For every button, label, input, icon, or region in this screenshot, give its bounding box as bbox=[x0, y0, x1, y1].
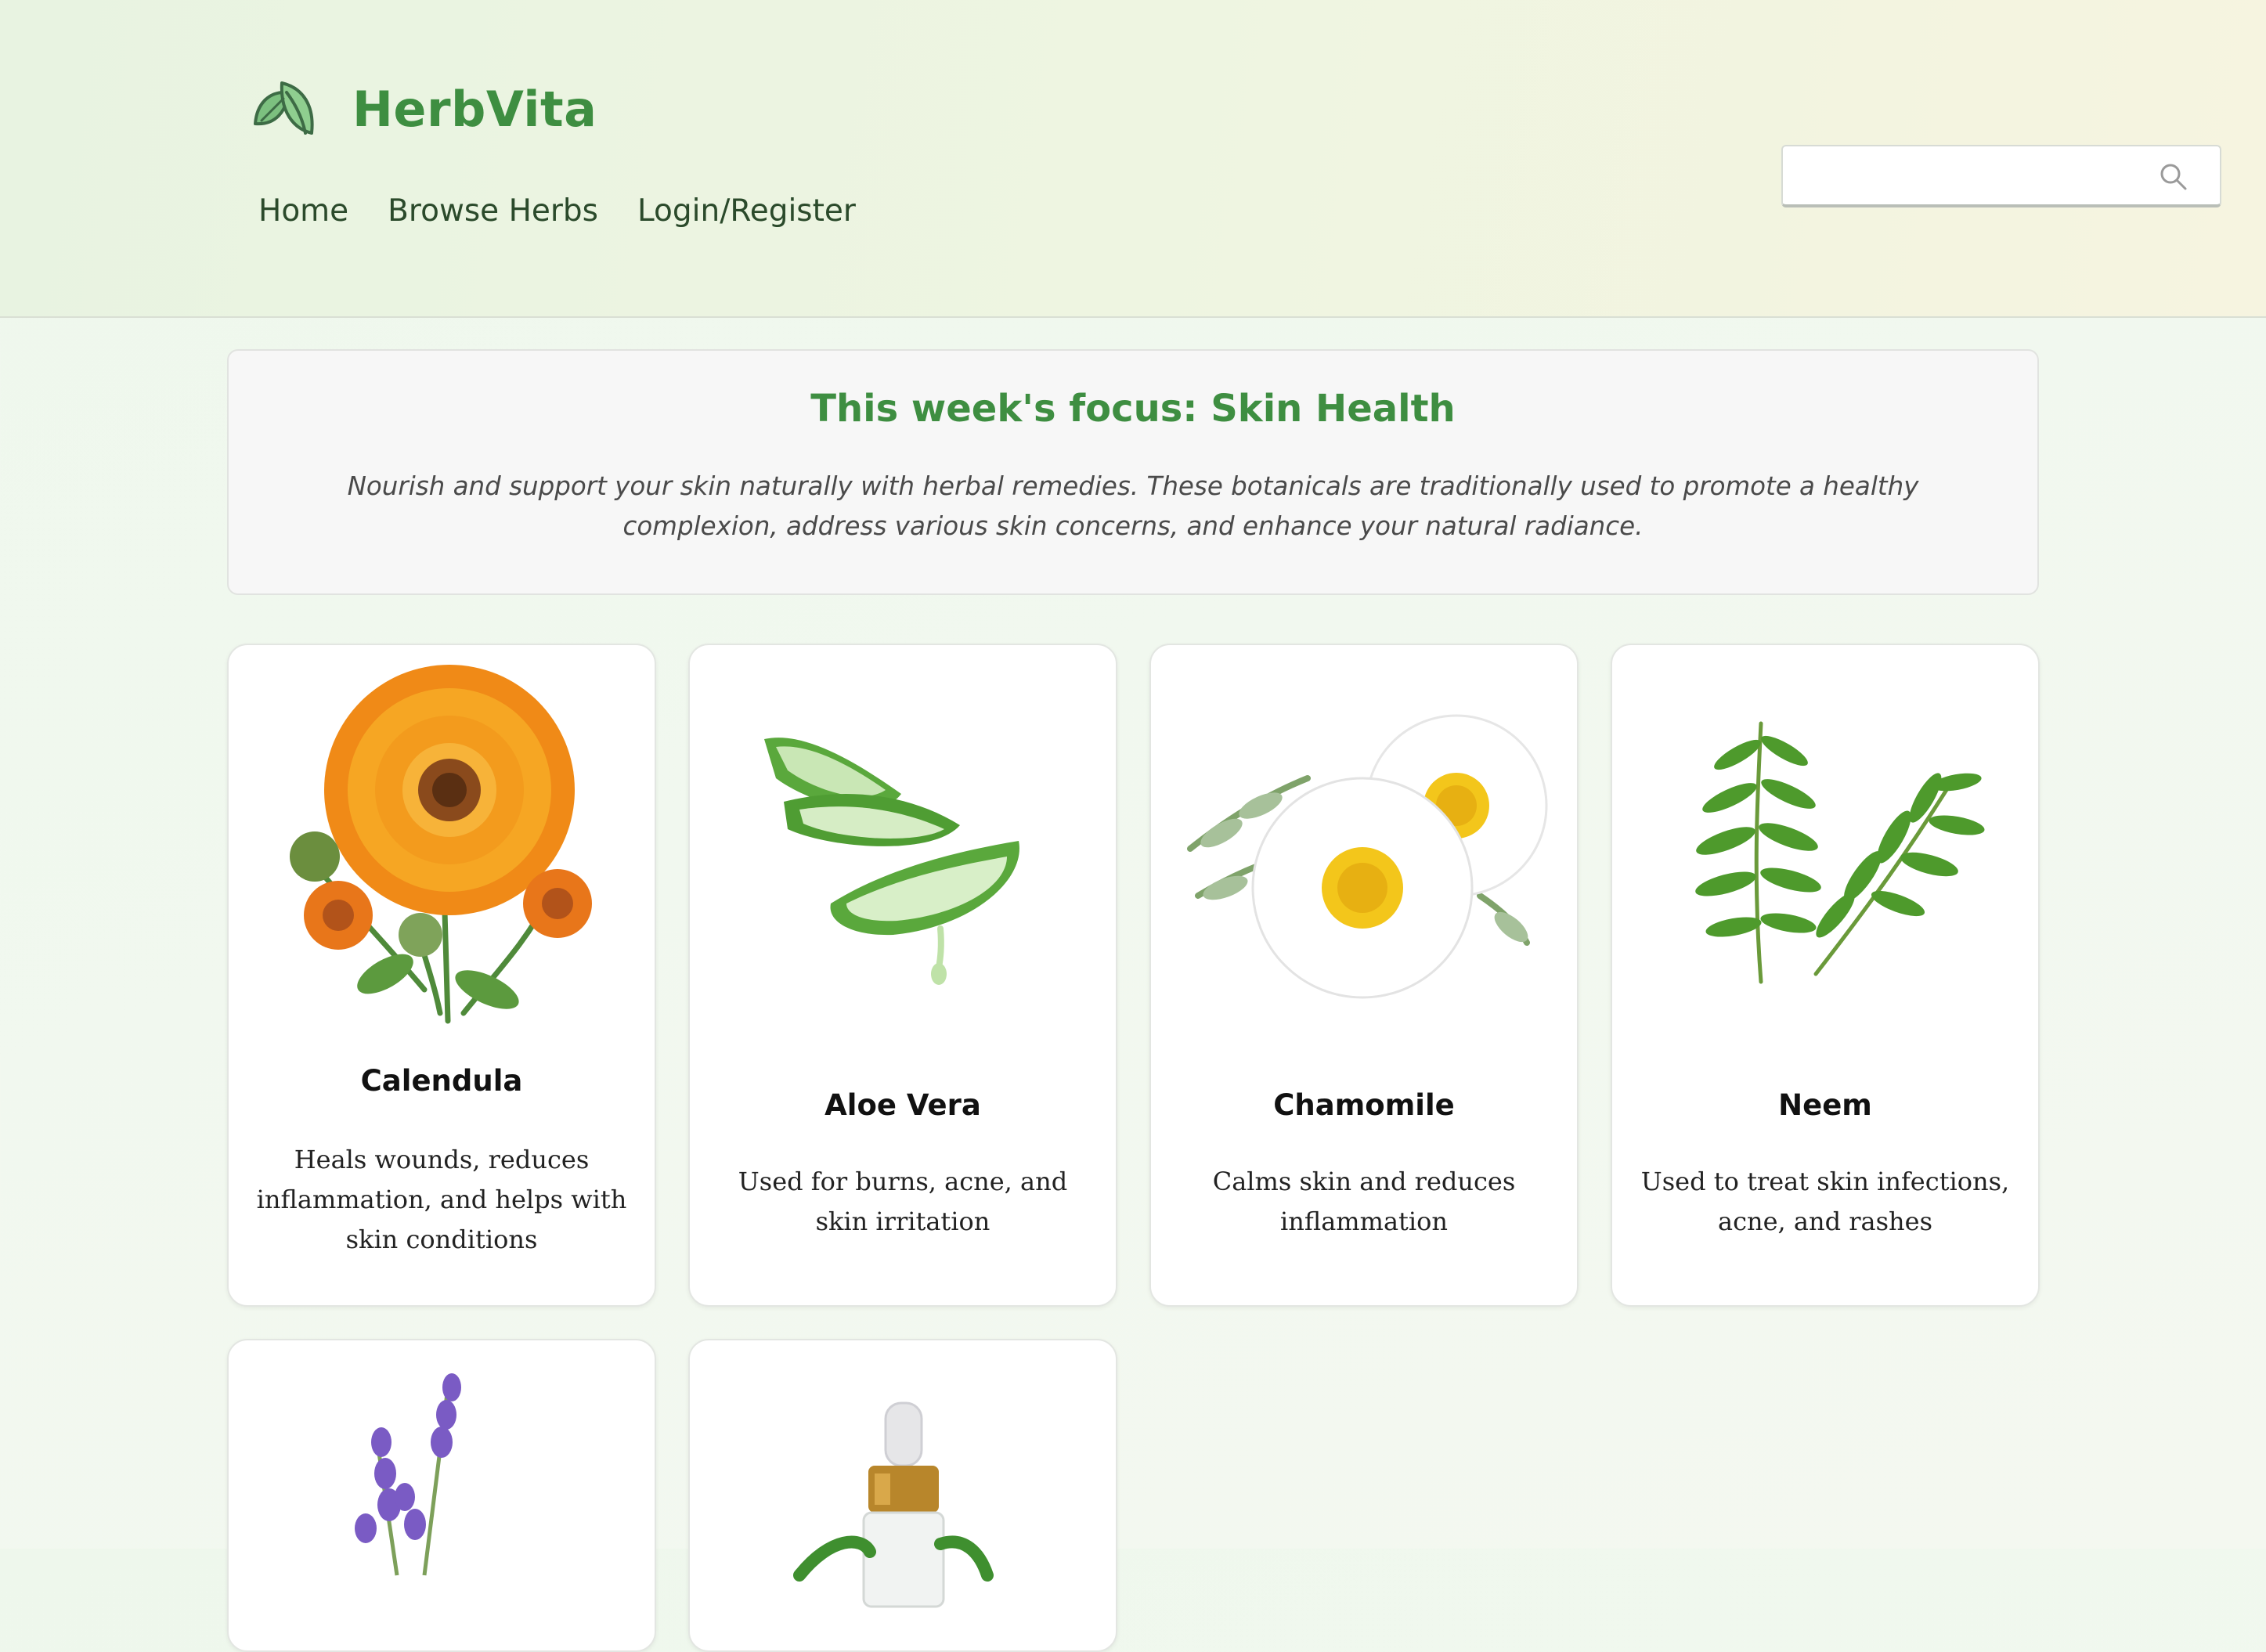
herb-name: Neem bbox=[1778, 1088, 1872, 1122]
search-input[interactable] bbox=[1795, 154, 2159, 200]
herb-card-aloe-vera[interactable]: Aloe Vera Used for burns, acne, and skin… bbox=[688, 644, 1117, 1307]
weekly-focus-description: Nourish and support your skin naturally … bbox=[347, 471, 1919, 541]
herb-description: Used to treat skin infections, acne, and… bbox=[1640, 1167, 2010, 1236]
site-header: HerbVita Home Browse Herbs Login/Registe… bbox=[0, 0, 2266, 318]
weekly-focus-panel: This week's focus: Skin Health Nourish a… bbox=[227, 349, 2039, 595]
nav-home-link[interactable]: Home bbox=[258, 196, 348, 226]
nav-login-register-link[interactable]: Login/Register bbox=[637, 196, 856, 226]
lavender-image bbox=[355, 1373, 461, 1576]
brand-name: HerbVita bbox=[352, 80, 597, 138]
herb-name: Calendula bbox=[360, 1064, 523, 1098]
calendula-image bbox=[290, 665, 592, 1024]
herb-description: Used for burns, acne, and skin irritatio… bbox=[738, 1167, 1068, 1236]
chamomile-front-flower bbox=[1251, 777, 1474, 999]
brand-logo[interactable]: HerbVita bbox=[251, 77, 597, 141]
herb-card-oil[interactable] bbox=[688, 1339, 1117, 1652]
herb-card-neem[interactable]: Neem Used to treat skin infections, acne… bbox=[1611, 644, 2040, 1307]
nav-browse-herbs-link[interactable]: Browse Herbs bbox=[388, 196, 598, 226]
search-box bbox=[1781, 145, 2221, 207]
main-nav: Home Browse Herbs Login/Register bbox=[258, 196, 895, 226]
herb-name: Aloe Vera bbox=[824, 1088, 981, 1122]
search-icon[interactable] bbox=[2159, 162, 2188, 192]
weekly-focus-title: This week's focus: Skin Health bbox=[810, 387, 1456, 431]
herb-description: Heals wounds, reduces inflammation, and … bbox=[256, 1145, 627, 1254]
leaf-icon bbox=[254, 81, 314, 135]
herb-card-calendula[interactable]: Calendula Heals wounds, reduces inflamma… bbox=[227, 644, 656, 1307]
herb-description: Calms skin and reduces inflammation bbox=[1212, 1167, 1516, 1236]
oil-bottle-image bbox=[793, 1401, 994, 1608]
aloe-vera-image bbox=[764, 738, 1019, 985]
herb-card-lavender[interactable] bbox=[227, 1339, 656, 1652]
neem-image bbox=[1695, 721, 1985, 984]
herb-card-chamomile[interactable]: Chamomile Calms skin and reduces inflamm… bbox=[1149, 644, 1579, 1307]
chamomile-image bbox=[1187, 714, 1548, 999]
herb-name: Chamomile bbox=[1273, 1088, 1455, 1122]
